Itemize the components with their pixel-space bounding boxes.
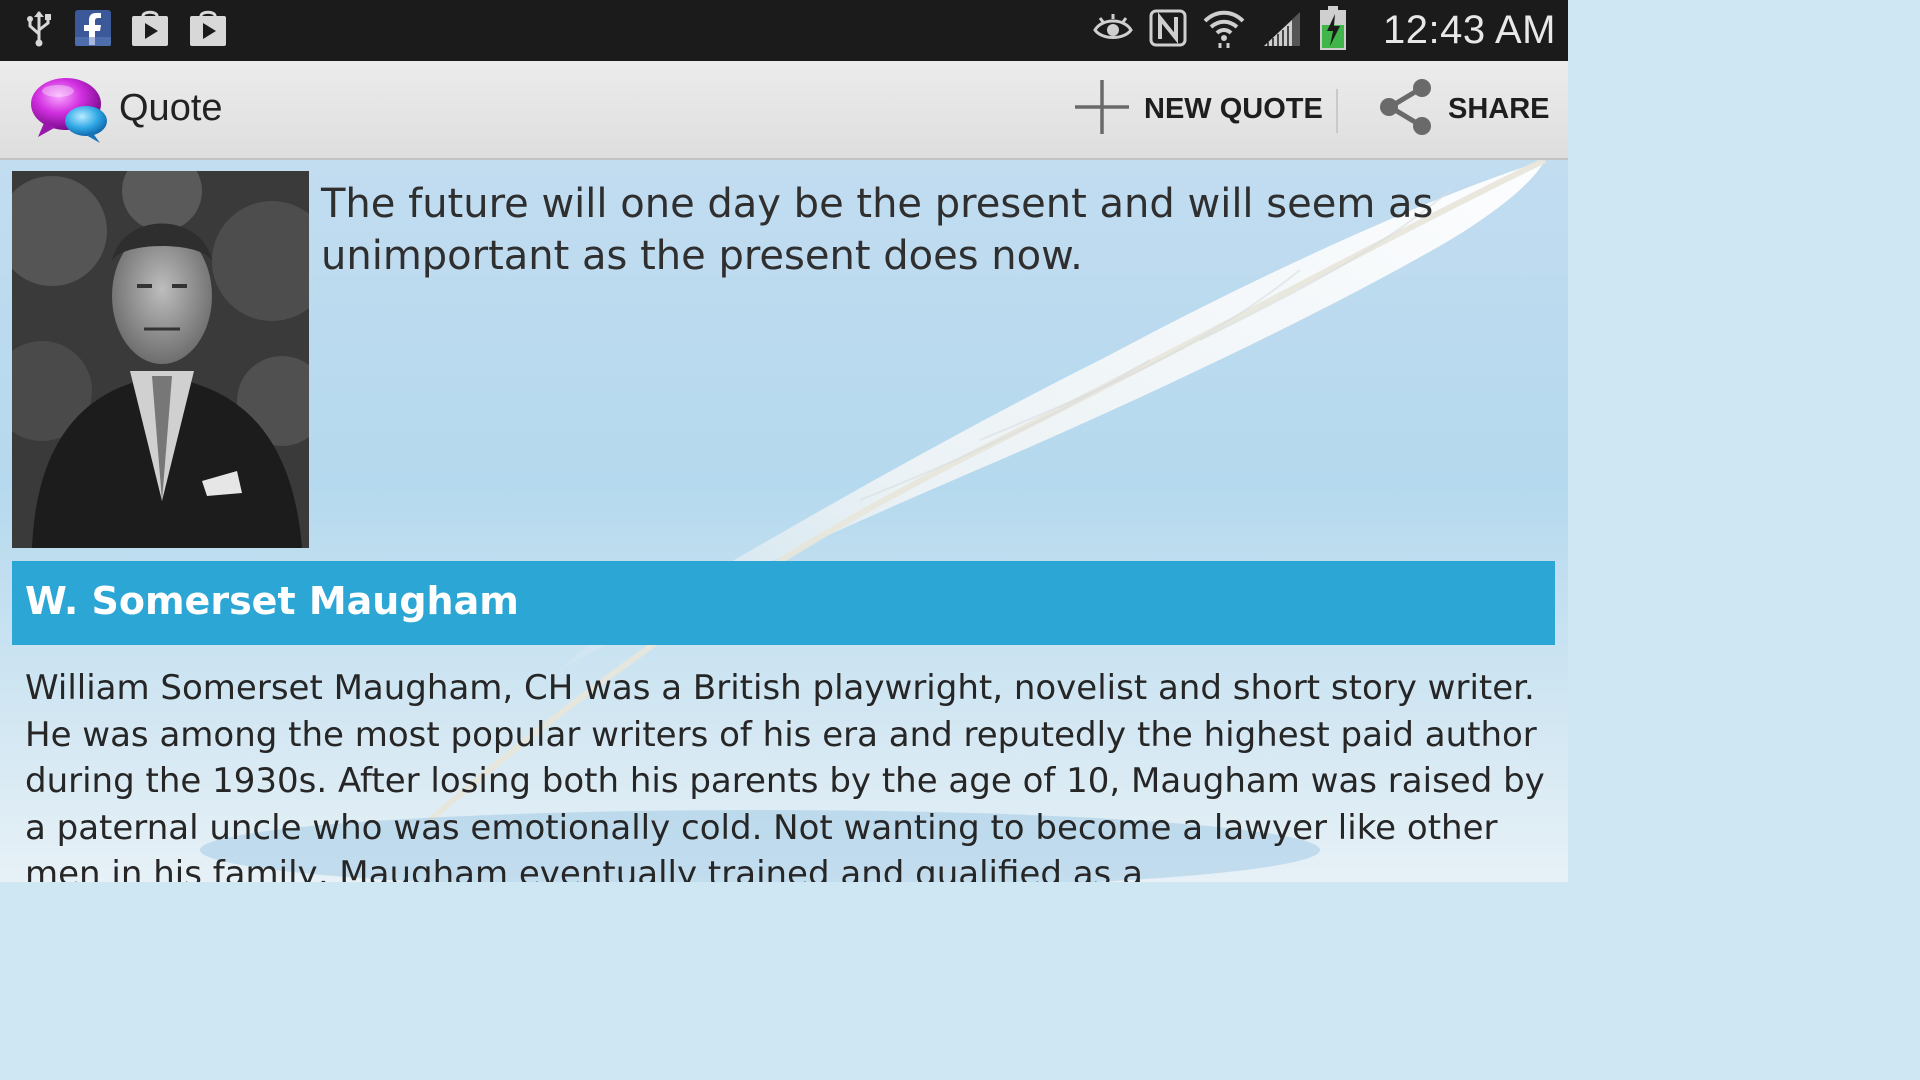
battery-charging-icon [1318, 5, 1348, 55]
status-bar: 12:43 AM [0, 0, 1568, 61]
plus-icon [1072, 77, 1132, 141]
action-bar: Quote NEW QUOTE SHARE [0, 61, 1568, 160]
play-store-icon [188, 8, 228, 52]
notification-icons [22, 10, 228, 50]
share-button[interactable]: SHARE [1378, 79, 1550, 139]
wifi-icon [1202, 7, 1246, 53]
author-header: W. Somerset Maugham [12, 561, 1555, 645]
author-bio: William Somerset Maugham, CH was a Briti… [25, 668, 1545, 882]
signal-icon [1260, 8, 1304, 52]
play-store-icon [130, 8, 170, 52]
action-divider [1336, 89, 1338, 133]
quote-text: The future will one day be the present a… [321, 181, 1434, 279]
share-label: SHARE [1448, 92, 1550, 125]
new-quote-button[interactable]: NEW QUOTE [1072, 79, 1323, 139]
author-name: W. Somerset Maugham [25, 579, 519, 623]
author-portrait [12, 171, 309, 548]
clock: 12:43 AM [1382, 8, 1556, 52]
eye-icon [1092, 12, 1134, 48]
usb-icon [22, 8, 56, 52]
new-quote-label: NEW QUOTE [1144, 92, 1323, 125]
share-icon [1378, 78, 1434, 140]
quote-content: The future will one day be the present a… [0, 160, 1568, 882]
facebook-icon [74, 9, 112, 51]
app-title: Quote [119, 87, 223, 129]
nfc-icon [1148, 8, 1188, 52]
app-logo-icon[interactable] [30, 75, 110, 147]
system-icons [1092, 6, 1348, 53]
